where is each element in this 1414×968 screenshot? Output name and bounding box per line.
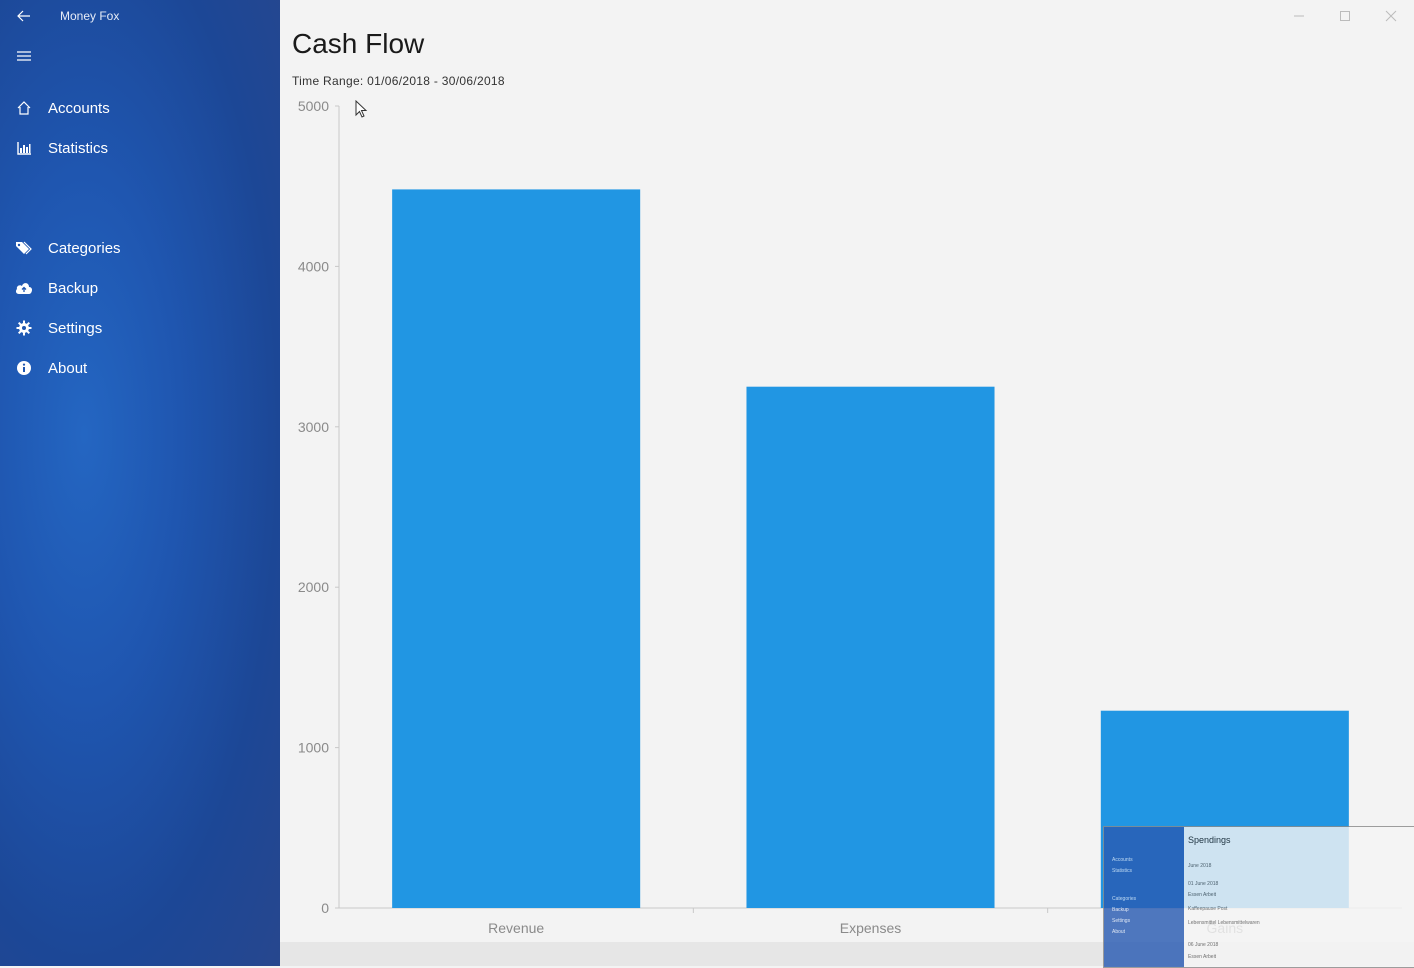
nav-item-backup[interactable]: Backup [0,270,280,306]
thumbnail-nav-item: About [1112,929,1126,935]
arrow-left-icon [17,10,30,22]
navigation-pane: Money Fox Accounts Statistics Categories… [0,0,280,966]
nav-item-settings[interactable]: Settings [0,310,280,346]
back-button[interactable] [10,4,38,28]
thumbnail-nav-item: Statistics [1112,868,1133,874]
nav-label-accounts: Accounts [48,99,110,117]
nav-item-statistics[interactable]: Statistics [0,130,280,166]
hamburger-menu-button[interactable] [10,44,38,68]
gear-icon [0,320,48,336]
thumbnail-nav-item: Accounts [1112,857,1133,863]
bar-expenses [746,386,995,908]
nav-label-settings: Settings [48,319,103,337]
main-content: Cash Flow Time Range: 01/06/2018 - 30/06… [280,0,1414,966]
bar-chart-icon [0,140,48,156]
nav-label-backup: Backup [48,279,99,297]
app-title: Money Fox [60,9,120,23]
thumbnail-nav-item: Backup [1112,907,1129,913]
x-category-label: Revenue [488,920,544,936]
thumbnail-main: Spendings June 2018 01 June 2018 Essen A… [1184,827,1414,967]
nav-label-about: About [48,359,88,377]
thumbnail-nav-item: Categories [1112,896,1137,902]
y-tick-label: 3000 [298,419,329,435]
thumbnail-row: 01 June 2018 [1188,881,1219,887]
thumbnail-nav-item: Settings [1112,918,1131,924]
bar-revenue [392,189,641,908]
thumbnail-row: Essen Arbeit [1188,892,1217,898]
thumbnail-row: 06 June 2018 [1188,942,1219,948]
thumbnail-title: Spendings [1188,835,1231,845]
info-icon [0,360,48,376]
y-tick-label: 1000 [298,740,329,756]
thumbnail-row: Lebensmittel Lebensmittelwaren [1188,920,1260,926]
thumbnail-row: Kaffeepause Post [1188,906,1228,912]
tags-icon [0,240,48,256]
y-tick-label: 2000 [298,579,329,595]
nav-label-statistics: Statistics [48,139,109,157]
nav-item-accounts[interactable]: Accounts [0,90,280,126]
thumbnail-sidebar: Accounts Statistics Categories Backup Se… [1104,827,1184,967]
x-category-label: Expenses [840,920,901,936]
nav-item-categories[interactable]: Categories [0,230,280,266]
home-icon [0,100,48,116]
mouse-pointer-icon [355,100,368,118]
thumbnail-row: Essen Arbeit [1188,954,1217,960]
thumbnail-row: June 2018 [1188,863,1212,869]
cloud-upload-icon [0,281,48,295]
cash-flow-chart: 010002000300040005000RevenueExpensesGain… [298,98,1402,936]
hamburger-icon [17,51,31,61]
nav-item-about[interactable]: About [0,350,280,386]
taskbar-thumbnail-preview[interactable]: Accounts Statistics Categories Backup Se… [1103,826,1414,968]
y-tick-label: 0 [321,900,329,916]
nav-label-categories: Categories [48,239,121,257]
y-tick-label: 4000 [298,258,329,274]
y-tick-label: 5000 [298,98,329,114]
